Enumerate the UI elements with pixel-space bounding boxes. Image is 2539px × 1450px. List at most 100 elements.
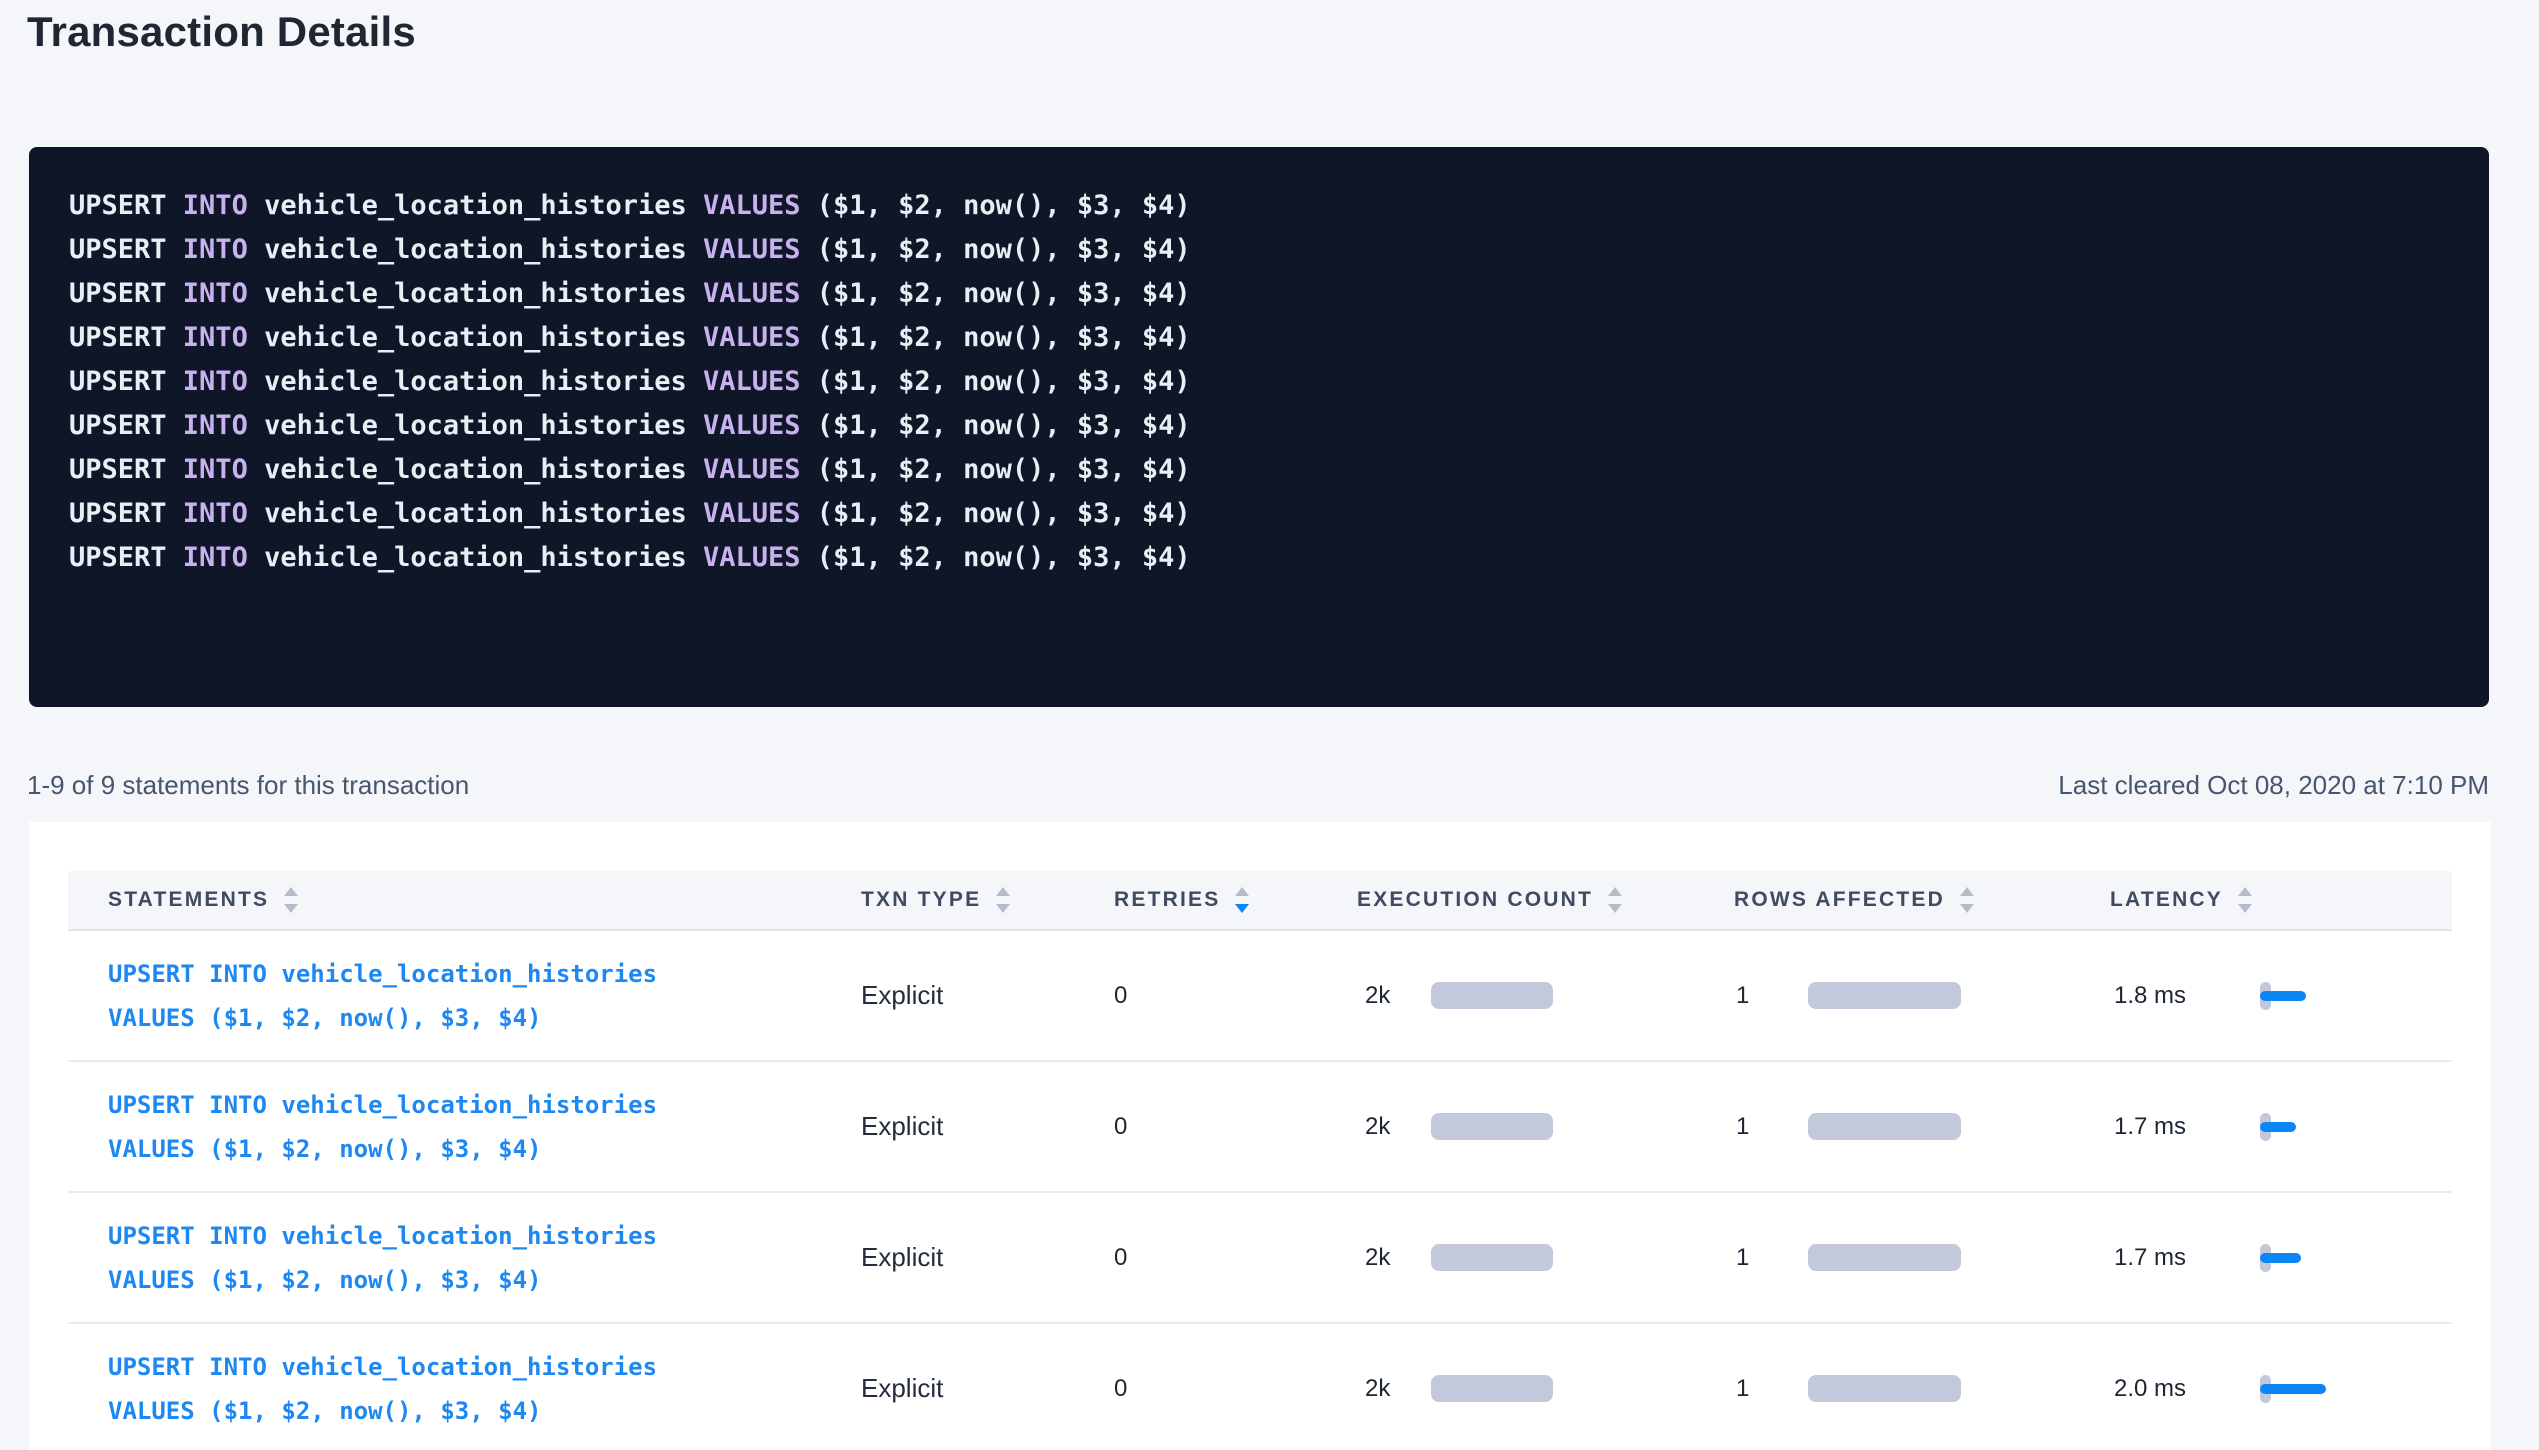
last-cleared-text: Last cleared Oct 08, 2020 at 7:10 PM: [2058, 770, 2489, 801]
statement-table-row: UPSERT INTO vehicle_location_histories V…: [68, 931, 2452, 1062]
statement-link-line2[interactable]: VALUES ($1, $2, now(), $3, $4): [108, 1389, 861, 1433]
sql-keyword: VALUES: [703, 498, 801, 529]
sort-ascending-icon: [284, 887, 298, 896]
statement-table-row: UPSERT INTO vehicle_location_histories V…: [68, 1324, 2452, 1450]
sort-carets: [1235, 887, 1249, 913]
sort-descending-icon: [1960, 904, 1974, 913]
statement-link-line1[interactable]: UPSERT INTO vehicle_location_histories: [108, 1083, 861, 1127]
rows-affected-value: 1: [1734, 982, 1808, 1010]
sql-text: ($1, $2, now(), $3, $4): [801, 498, 1191, 529]
sql-statement-line: UPSERT INTO vehicle_location_histories V…: [69, 492, 2449, 536]
rows-affected-bar: [1808, 1113, 1961, 1140]
column-header-label: RETRIES: [1114, 888, 1220, 912]
sql-keyword: VALUES: [703, 322, 801, 353]
sql-text: ($1, $2, now(), $3, $4): [801, 542, 1191, 573]
sort-carets: [996, 887, 1010, 913]
sort-descending-icon: [1235, 904, 1249, 913]
statements-count-text: 1-9 of 9 statements for this transaction: [27, 770, 469, 801]
rows-affected-value: 1: [1734, 1113, 1808, 1141]
sql-statement-line: UPSERT INTO vehicle_location_histories V…: [69, 448, 2449, 492]
latency-bar: [2260, 1384, 2326, 1394]
sql-text: UPSERT: [69, 278, 183, 309]
txn-type-cell: Explicit: [861, 980, 1114, 1011]
statement-link-line2[interactable]: VALUES ($1, $2, now(), $3, $4): [108, 1258, 861, 1302]
sql-keyword: INTO: [183, 498, 248, 529]
sort-descending-icon: [996, 904, 1010, 913]
transaction-details-page: Transaction Details UPSERT INTO vehicle_…: [0, 0, 2539, 1450]
sql-text: vehicle_location_histories: [248, 542, 703, 573]
statement-cell: UPSERT INTO vehicle_location_histories V…: [68, 1345, 861, 1433]
sql-text: vehicle_location_histories: [248, 454, 703, 485]
sort-carets: [284, 887, 298, 913]
sort-descending-icon: [284, 904, 298, 913]
retries-cell: 0: [1114, 982, 1357, 1010]
execution-count-value: 2k: [1357, 1375, 1431, 1403]
sql-text: UPSERT: [69, 322, 183, 353]
latency-bar-chart: [2260, 974, 2350, 1018]
sort-ascending-icon: [996, 887, 1010, 896]
page-title: Transaction Details: [27, 8, 416, 56]
retries-value: 0: [1114, 1375, 1127, 1402]
sort-ascending-icon: [2238, 887, 2252, 896]
latency-cell: 2.0 ms: [2110, 1367, 2451, 1411]
sql-keyword: VALUES: [703, 366, 801, 397]
latency-value: 1.8 ms: [2110, 982, 2260, 1010]
column-header-latency[interactable]: LATENCY: [2110, 887, 2451, 913]
sql-statement-line: UPSERT INTO vehicle_location_histories V…: [69, 316, 2449, 360]
sql-statement-line: UPSERT INTO vehicle_location_histories V…: [69, 360, 2449, 404]
table-header-row: STATEMENTS TXN TYPE RETRIES EXECUTION CO…: [68, 871, 2452, 931]
column-header-label: STATEMENTS: [108, 888, 269, 912]
statement-link-line2[interactable]: VALUES ($1, $2, now(), $3, $4): [108, 996, 861, 1040]
column-header-rows-affected[interactable]: ROWS AFFECTED: [1734, 887, 2110, 913]
statement-cell: UPSERT INTO vehicle_location_histories V…: [68, 1083, 861, 1171]
statement-link-line1[interactable]: UPSERT INTO vehicle_location_histories: [108, 1214, 861, 1258]
statement-table-row: UPSERT INTO vehicle_location_histories V…: [68, 1062, 2452, 1193]
column-header-statements[interactable]: STATEMENTS: [68, 887, 861, 913]
txn-type-value: Explicit: [861, 980, 943, 1010]
statement-link-line1[interactable]: UPSERT INTO vehicle_location_histories: [108, 1345, 861, 1389]
sort-carets: [2238, 887, 2252, 913]
rows-affected-cell: 1: [1734, 1244, 2110, 1272]
execution-count-bar: [1431, 1375, 1553, 1402]
column-header-txn-type[interactable]: TXN TYPE: [861, 887, 1114, 913]
txn-type-cell: Explicit: [861, 1242, 1114, 1273]
latency-bar: [2260, 1122, 2296, 1132]
sql-text: ($1, $2, now(), $3, $4): [801, 190, 1191, 221]
sql-text: vehicle_location_histories: [248, 410, 703, 441]
rows-affected-bar: [1808, 982, 1961, 1009]
statement-link-line1[interactable]: UPSERT INTO vehicle_location_histories: [108, 952, 861, 996]
execution-count-bar: [1431, 982, 1553, 1009]
sql-text: UPSERT: [69, 234, 183, 265]
statement-link-line2[interactable]: VALUES ($1, $2, now(), $3, $4): [108, 1127, 861, 1171]
sql-text: vehicle_location_histories: [248, 366, 703, 397]
sql-keyword: VALUES: [703, 278, 801, 309]
sql-text: ($1, $2, now(), $3, $4): [801, 278, 1191, 309]
sort-carets: [1608, 887, 1622, 913]
sql-text: vehicle_location_histories: [248, 322, 703, 353]
rows-affected-cell: 1: [1734, 1375, 2110, 1403]
sql-text: UPSERT: [69, 454, 183, 485]
sql-keyword: INTO: [183, 542, 248, 573]
sort-descending-icon: [2238, 904, 2252, 913]
latency-bar-chart: [2260, 1236, 2350, 1280]
sql-text: ($1, $2, now(), $3, $4): [801, 322, 1191, 353]
column-header-retries[interactable]: RETRIES: [1114, 887, 1357, 913]
execution-count-cell: 2k: [1357, 1375, 1734, 1403]
execution-count-cell: 2k: [1357, 982, 1734, 1010]
sort-ascending-icon: [1960, 887, 1974, 896]
column-header-execution-count[interactable]: EXECUTION COUNT: [1357, 887, 1734, 913]
statement-cell: UPSERT INTO vehicle_location_histories V…: [68, 1214, 861, 1302]
sql-text: ($1, $2, now(), $3, $4): [801, 454, 1191, 485]
sql-text: ($1, $2, now(), $3, $4): [801, 366, 1191, 397]
execution-count-bar: [1431, 1113, 1553, 1140]
statement-table-row: UPSERT INTO vehicle_location_histories V…: [68, 1193, 2452, 1324]
latency-bar-chart: [2260, 1367, 2350, 1411]
sql-text: ($1, $2, now(), $3, $4): [801, 410, 1191, 441]
rows-affected-cell: 1: [1734, 1113, 2110, 1141]
sql-statement-line: UPSERT INTO vehicle_location_histories V…: [69, 272, 2449, 316]
sql-keyword: VALUES: [703, 542, 801, 573]
statement-cell: UPSERT INTO vehicle_location_histories V…: [68, 952, 861, 1040]
sql-keyword: INTO: [183, 278, 248, 309]
txn-type-value: Explicit: [861, 1242, 943, 1272]
txn-type-value: Explicit: [861, 1373, 943, 1403]
